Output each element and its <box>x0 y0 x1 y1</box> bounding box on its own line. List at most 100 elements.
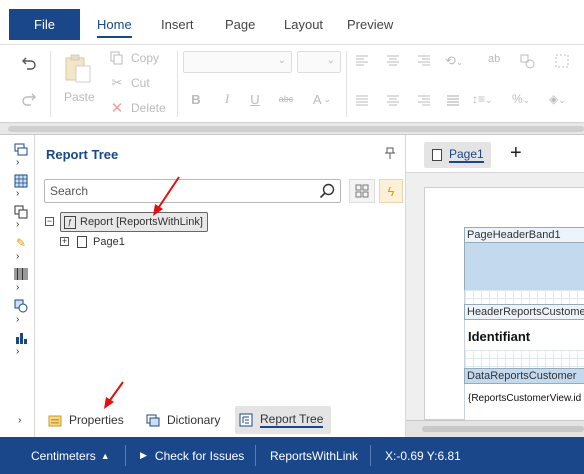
search-input[interactable] <box>44 179 341 203</box>
grid-view-button[interactable] <box>349 179 375 203</box>
tab-home[interactable]: Home <box>97 9 132 40</box>
identifiant-textbox[interactable]: Identifiant <box>464 320 584 350</box>
designer-scrollbar[interactable] <box>406 420 584 437</box>
tree-item-report[interactable]: ƒ Report [ReportsWithLink] <box>60 212 208 232</box>
border-icon[interactable] <box>554 53 570 69</box>
ribbon-separator <box>177 51 178 117</box>
chevron-right-icon[interactable]: › <box>16 158 26 168</box>
cross-bands-icon[interactable] <box>13 173 29 189</box>
tab-report-tree[interactable]: Report Tree <box>235 406 332 434</box>
check-issues-button[interactable]: ▶ Check for Issues <box>140 437 244 474</box>
grid-icon <box>355 184 369 198</box>
page-tab-page1[interactable]: Page1 <box>424 142 491 168</box>
format-icon[interactable] <box>519 53 535 69</box>
chevron-down-icon: ⌄ <box>326 55 335 66</box>
expand-toggle[interactable]: + <box>60 237 69 246</box>
file-button[interactable]: File <box>9 9 80 40</box>
shapes-pen-icon[interactable]: ✎ <box>13 235 29 251</box>
chevron-right-icon[interactable]: › <box>16 315 26 325</box>
status-separator <box>255 445 256 466</box>
properties-icon <box>48 413 62 427</box>
align-center-icon[interactable] <box>386 55 400 70</box>
paste-icon[interactable] <box>62 53 94 85</box>
tab-layout[interactable]: Layout <box>284 9 323 40</box>
report-name: ReportsWithLink <box>270 448 359 463</box>
header-band-title[interactable]: HeaderReportsCustomer <box>464 304 584 320</box>
tab-dictionary[interactable]: Dictionary <box>142 406 228 434</box>
font-size-dropdown[interactable]: ⌄ <box>297 51 341 73</box>
tab-insert[interactable]: Insert <box>161 9 194 40</box>
ribbon-separator <box>346 51 347 117</box>
tree-item-page1[interactable]: Page1 <box>77 234 125 250</box>
add-page-icon[interactable]: + <box>510 143 522 163</box>
chevron-right-icon[interactable]: › <box>16 252 26 262</box>
collapse-toggle[interactable]: − <box>45 217 54 226</box>
tab-properties[interactable]: Properties <box>44 406 132 434</box>
tab-page[interactable]: Page <box>225 9 255 40</box>
align-right-icon[interactable] <box>417 55 431 70</box>
barcode-icon[interactable] <box>13 266 29 282</box>
units-label: Centimeters <box>31 448 96 463</box>
italic-icon[interactable]: I <box>220 91 234 107</box>
font-color-icon[interactable]: A ⌄ <box>308 91 336 107</box>
report-tree-icon <box>239 413 253 427</box>
delete-icon: ✕ <box>110 100 124 117</box>
chevron-right-icon[interactable]: › <box>16 283 26 293</box>
page-icon <box>432 149 442 161</box>
align-bottom-icon[interactable] <box>417 95 431 110</box>
units-dropdown[interactable]: Centimeters ▲ <box>31 437 110 474</box>
copy-button[interactable]: Copy <box>110 51 159 65</box>
components-icon[interactable] <box>13 204 29 220</box>
flash-button[interactable]: ϟ <box>379 179 403 203</box>
bands-icon[interactable] <box>13 142 29 158</box>
status-bar: Centimeters ▲ ▶ Check for Issues Reports… <box>0 437 584 474</box>
chevron-right-icon[interactable]: › <box>18 416 28 426</box>
scrollbar-thumb[interactable] <box>422 426 584 432</box>
conditions-icon[interactable]: ◈⌄ <box>549 92 579 108</box>
justify-icon[interactable] <box>446 95 460 110</box>
tree-item-label: Page1 <box>93 236 125 248</box>
data-band-title[interactable]: DataReportsCustomer <box>464 368 584 384</box>
rotate-text-icon[interactable]: ⟲⌄ <box>445 53 467 69</box>
tree-item-label: Report [ReportsWithLink] <box>80 216 203 228</box>
chevron-right-icon[interactable]: › <box>16 220 26 230</box>
ribbon-scrollbar[interactable] <box>0 123 584 135</box>
line-spacing-icon[interactable]: ↕≡⌄ <box>472 92 502 108</box>
font-family-dropdown[interactable]: ⌄ <box>183 51 292 73</box>
panel-title: Report Tree <box>46 147 119 162</box>
page-tab-label: Page1 <box>449 147 484 163</box>
search-icon[interactable] <box>319 183 335 199</box>
align-top-icon[interactable] <box>355 95 369 110</box>
cut-button[interactable]: ✂ Cut <box>110 75 150 91</box>
page-icon <box>77 236 87 248</box>
data-expression-textbox[interactable]: {ReportsCustomerView.id <box>464 384 584 420</box>
cut-label: Cut <box>131 76 150 90</box>
charts-icon[interactable] <box>13 330 29 346</box>
delete-button[interactable]: ✕ Delete <box>110 99 166 117</box>
chevron-right-icon[interactable]: › <box>16 189 26 199</box>
cursor-coordinates: X:-0.69 Y:6.81 <box>385 448 461 463</box>
tab-preview[interactable]: Preview <box>347 9 393 40</box>
scrollbar-thumb[interactable] <box>8 126 584 132</box>
pin-icon[interactable] <box>385 147 395 162</box>
strikethrough-icon[interactable]: abc <box>276 91 296 107</box>
copy-label: Copy <box>131 51 160 65</box>
menu-bar: File Home Insert Page Layout Preview <box>0 0 584 45</box>
page-header-band-title[interactable]: PageHeaderBand1 <box>464 227 584 243</box>
report-icon: ƒ <box>64 215 76 229</box>
status-separator <box>370 445 371 466</box>
tab-label: Report Tree <box>260 412 324 428</box>
page-header-band-body[interactable] <box>464 243 584 290</box>
bold-icon[interactable]: B <box>189 91 203 107</box>
chevron-right-icon[interactable]: › <box>16 347 26 357</box>
underline-icon[interactable]: U <box>248 91 262 107</box>
align-middle-icon[interactable] <box>386 95 400 110</box>
align-left-icon[interactable] <box>355 55 369 70</box>
shapes-icon[interactable] <box>13 298 29 314</box>
page-tab-bar: Page1 + <box>406 135 584 173</box>
band-grid <box>464 350 584 368</box>
undo-icon[interactable] <box>20 54 38 72</box>
text-format-icon[interactable]: %⌄ <box>512 92 542 108</box>
word-wrap-icon[interactable]: ab <box>488 53 504 69</box>
redo-icon[interactable] <box>20 90 38 108</box>
